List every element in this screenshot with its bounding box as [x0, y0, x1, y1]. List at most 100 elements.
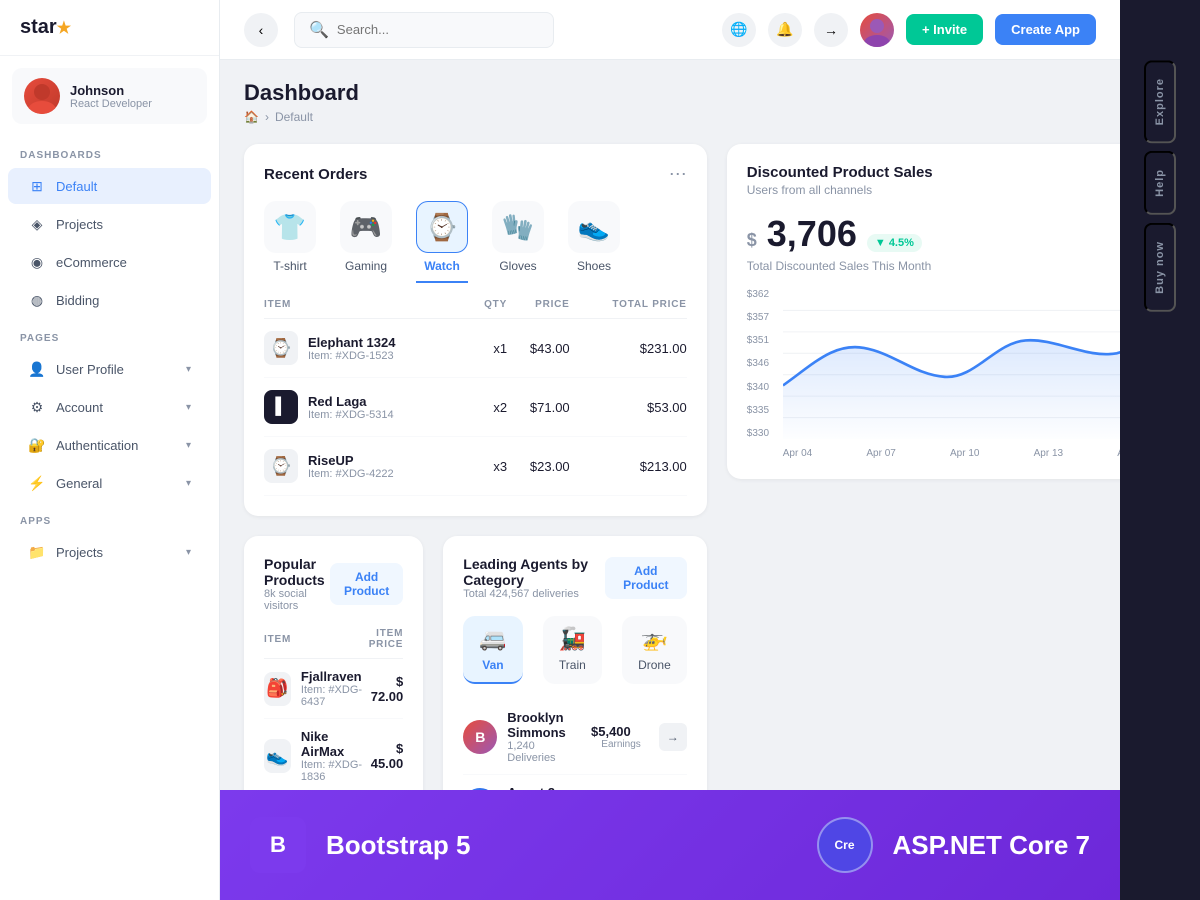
auth-icon: 🔐	[28, 436, 46, 454]
popular-products-title: Popular Products	[264, 556, 330, 588]
leading-agents-title: Leading Agents by Category	[463, 556, 605, 588]
item-thumb: ⌚	[264, 449, 298, 483]
topbar-avatar[interactable]	[860, 13, 894, 47]
col-item: ITEM	[264, 628, 369, 659]
currency-symbol: $	[747, 230, 757, 251]
tab-van[interactable]: 🚐 Van	[463, 616, 522, 684]
tab-gloves[interactable]: 🧤 Gloves	[492, 201, 544, 283]
arrow-right-icon[interactable]: →	[814, 13, 848, 47]
sales-badge: ▼ 4.5%	[867, 234, 922, 252]
notification-icon[interactable]: 🔔	[768, 13, 802, 47]
sidebar-item-apps-projects[interactable]: 📁 Projects ▾	[8, 534, 211, 570]
sidebar-item-general[interactable]: ⚡ General ▾	[8, 465, 211, 501]
tab-tshirt[interactable]: 👕 T-shirt	[264, 201, 316, 283]
product-price: $ 45.00	[369, 719, 404, 794]
agent-tab-label-train: Train	[559, 658, 586, 672]
item-name: Elephant 1324	[308, 335, 395, 350]
chevron-down-icon: ▾	[186, 364, 191, 375]
explore-button[interactable]: Explore	[1144, 60, 1176, 143]
search-box[interactable]: 🔍	[294, 12, 554, 48]
list-item: B Brooklyn Simmons 1,240 Deliveries $5,4…	[463, 700, 687, 775]
invite-button[interactable]: + Invite	[906, 14, 983, 45]
product-sku: Item: #XDG-6437	[301, 684, 369, 708]
agent-name: Brooklyn Simmons	[507, 710, 581, 740]
item-sku: Item: #XDG-4222	[308, 468, 394, 480]
account-icon: ⚙	[28, 398, 46, 416]
col-qty: QTY	[471, 299, 507, 319]
qty: x3	[471, 437, 507, 496]
globe-icon[interactable]: 🌐	[722, 13, 756, 47]
search-input[interactable]	[337, 22, 539, 37]
buy-now-button[interactable]: Buy now	[1144, 223, 1176, 312]
col-price: ITEM PRICE	[369, 628, 404, 659]
sidebar-item-authentication[interactable]: 🔐 Authentication ▾	[8, 427, 211, 463]
agent-tab-label-van: Van	[482, 658, 503, 672]
sales-amount: 3,706	[767, 213, 857, 255]
chart-svg	[783, 289, 1120, 439]
agent-avatar: B	[463, 720, 497, 754]
sidebar-label-projects: Projects	[56, 217, 103, 232]
col-total: TOTAL PRICE	[570, 299, 687, 319]
table-row: ▌ Red Laga Item: #XDG-5314 x2 $71.00 $53…	[264, 378, 687, 437]
agent-deliveries: 1,240 Deliveries	[507, 740, 581, 764]
col-price: PRICE	[507, 299, 570, 319]
chevron-down-icon: ▾	[186, 440, 191, 451]
sidebar-item-projects[interactable]: ◈ Projects	[8, 206, 211, 242]
help-button[interactable]: Help	[1144, 151, 1176, 215]
sidebar-label-bidding: Bidding	[56, 293, 99, 308]
projects-icon: ◈	[28, 215, 46, 233]
agent-tab-label-drone: Drone	[638, 658, 671, 672]
order-tabs: 👕 T-shirt 🎮 Gaming ⌚ Watch 🧤 Gloves	[264, 201, 687, 283]
collapse-sidebar-button[interactable]: ‹	[244, 13, 278, 47]
asp-badge: Cre	[817, 817, 873, 873]
table-row: ⌚ RiseUP Item: #XDG-4222 x3 $23.00 $213.…	[264, 437, 687, 496]
item-thumb: ⌚	[264, 331, 298, 365]
user-card[interactable]: Johnson React Developer	[12, 68, 207, 124]
aspnet-text: ASP.NET Core 7	[893, 830, 1090, 861]
sales-label: Total Discounted Sales This Month	[747, 259, 1120, 273]
list-item: 🎒 Fjallraven Item: #XDG-6437 $ 72.00	[264, 659, 403, 719]
sidebar-item-bidding[interactable]: ◍ Bidding	[8, 282, 211, 318]
tab-drone[interactable]: 🚁 Drone	[622, 616, 687, 684]
sidebar-item-user-profile[interactable]: 👤 User Profile ▾	[8, 351, 211, 387]
right-panel: Explore Help Buy now	[1120, 0, 1200, 900]
col-item: ITEM	[264, 299, 471, 319]
left-column: Recent Orders ⋯ 👕 T-shirt 🎮 Gaming ⌚	[244, 144, 707, 900]
breadcrumb-current: Default	[275, 110, 313, 124]
arrow-button[interactable]: →	[659, 723, 687, 751]
tab-train[interactable]: 🚂 Train	[543, 616, 602, 684]
tab-gaming[interactable]: 🎮 Gaming	[340, 201, 392, 283]
tab-watch[interactable]: ⌚ Watch	[416, 201, 468, 283]
qty: x1	[471, 319, 507, 378]
total-price: $53.00	[570, 378, 687, 437]
dots-menu-icon[interactable]: ⋯	[669, 164, 687, 185]
page-content: Dashboard 🏠 › Default Recent Orders ⋯	[220, 60, 1120, 900]
total-price: $213.00	[570, 437, 687, 496]
item-name: Red Laga	[308, 394, 394, 409]
section-apps: APPS	[0, 502, 219, 533]
bootstrap-text: Bootstrap 5	[326, 830, 470, 861]
sidebar-item-account[interactable]: ⚙ Account ▾	[8, 389, 211, 425]
bottom-overlay: B Bootstrap 5 Cre ASP.NET Core 7	[220, 790, 1120, 900]
general-icon: ⚡	[28, 474, 46, 492]
sidebar-item-default[interactable]: ⊞ Default	[8, 168, 211, 204]
sidebar-item-ecommerce[interactable]: ◉ eCommerce	[8, 244, 211, 280]
list-item: 👟 Nike AirMax Item: #XDG-1836 $ 45.00	[264, 719, 403, 794]
ecommerce-icon: ◉	[28, 253, 46, 271]
create-app-button[interactable]: Create App	[995, 14, 1096, 45]
sidebar-logo: star★	[0, 0, 219, 56]
breadcrumb-separator: ›	[265, 110, 269, 124]
section-dashboards: DASHBOARDS	[0, 136, 219, 167]
add-product-button[interactable]: Add Product	[330, 563, 403, 605]
product-name: Fjallraven	[301, 669, 369, 684]
home-icon: 🏠	[244, 110, 259, 124]
recent-orders-title: Recent Orders	[264, 166, 367, 183]
tab-shoes[interactable]: 👟 Shoes	[568, 201, 620, 283]
default-icon: ⊞	[28, 177, 46, 195]
product-price: $ 72.00	[369, 659, 404, 719]
item-sku: Item: #XDG-5314	[308, 409, 394, 421]
add-product-agents-button[interactable]: Add Product	[605, 557, 687, 599]
product-name: Nike AirMax	[301, 729, 369, 759]
item-sku: Item: #XDG-1523	[308, 350, 395, 362]
recent-orders-card: Recent Orders ⋯ 👕 T-shirt 🎮 Gaming ⌚	[244, 144, 707, 516]
